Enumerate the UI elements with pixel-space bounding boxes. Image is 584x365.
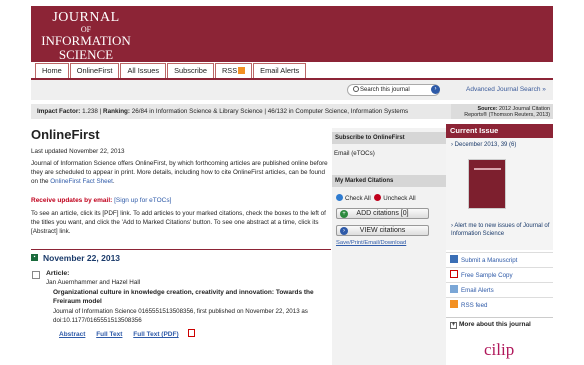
intro-text: Journal of Information Science offers On… — [31, 160, 328, 185]
abstract-link[interactable]: Abstract — [59, 331, 85, 338]
view-citations-label: VIEW citations — [359, 227, 406, 234]
receive-updates: Receive updates by email: [Sign up for e… — [31, 197, 171, 204]
marked-citations-header: My Marked Citations — [332, 175, 446, 187]
arrow-right-icon: › — [340, 227, 348, 235]
email-alerts-link[interactable]: Email Alerts — [446, 282, 553, 297]
email-etocs-link[interactable]: Email (eTOCs) — [334, 150, 375, 157]
tab-all-issues[interactable]: All Issues — [120, 63, 167, 78]
issue-cover-image[interactable] — [468, 159, 506, 209]
nav-tabs: Home OnlineFirst All Issues Subscribe RS… — [35, 63, 307, 78]
alert-new-issues-label: Alert me to new issues of Journal of Inf… — [451, 223, 550, 237]
article-checkbox[interactable] — [32, 271, 40, 279]
citations-panel: Subscribe to OnlineFirst Email (eTOCs) M… — [332, 128, 446, 365]
rss-feed-label: RSS feed — [461, 302, 488, 309]
uncheck-all-link[interactable]: Uncheck All — [383, 195, 415, 202]
submit-manuscript-link[interactable]: Submit a Manuscript — [446, 252, 553, 267]
last-updated: Last updated November 22, 2013 — [31, 148, 125, 155]
instructions: To see an article, click its [PDF] link.… — [31, 210, 326, 235]
cover-title-line — [474, 168, 501, 170]
subscribe-header: Subscribe to OnlineFirst — [332, 132, 446, 144]
search-icon — [353, 86, 359, 92]
collapse-icon[interactable]: ▪ — [31, 254, 38, 261]
impact-source: Source: 2012 Journal Citation Reports® (… — [451, 104, 553, 119]
tab-rss[interactable]: RSS — [214, 63, 253, 78]
email-icon — [450, 285, 458, 293]
tab-onlinefirst[interactable]: OnlineFirst — [69, 63, 120, 78]
journal-header: JOURNAL OF INFORMATION SCIENCE — [31, 6, 553, 62]
current-issue-link[interactable]: › December 2013, 39 (6) — [451, 142, 516, 148]
pdf-icon — [187, 329, 195, 337]
email-alerts-label: Email Alerts — [461, 287, 494, 294]
impact-bar: Impact Factor: 1.238 | Ranking: 26/84 in… — [31, 104, 451, 119]
tab-home[interactable]: Home — [35, 63, 69, 78]
check-all-link[interactable]: Check All — [345, 195, 371, 202]
alert-new-issues-link[interactable]: › Alert me to new issues of Journal of I… — [451, 223, 551, 238]
full-text-link[interactable]: Full Text — [96, 331, 122, 338]
ranking-label: Ranking: — [103, 108, 130, 115]
rss-icon — [450, 300, 458, 308]
manuscript-icon — [450, 255, 458, 263]
article-links: Abstract Full Text Full Text (PDF) — [59, 329, 195, 338]
plus-icon: + — [340, 210, 348, 218]
impact-factor-label: Impact Factor: — [37, 108, 81, 115]
search-go-button[interactable]: › — [431, 85, 440, 94]
article-authors: Jan Auernhammer and Hazel Hall — [46, 279, 141, 286]
check-controls: Check All Uncheck All — [336, 194, 416, 202]
journal-logo[interactable]: JOURNAL OF INFORMATION SCIENCE — [41, 10, 131, 62]
fact-sheet-link[interactable]: OnlineFirst Fact Sheet — [50, 178, 113, 185]
more-about-label: More about this journal — [459, 321, 531, 328]
more-about-journal[interactable]: + More about this journal — [446, 317, 553, 330]
receive-label: Receive updates by email: — [31, 197, 113, 204]
view-citations-button[interactable]: › VIEW citations — [336, 225, 429, 236]
logo-line-4: SCIENCE — [58, 46, 114, 62]
ranking-text: 26/84 in Information Science & Library S… — [131, 108, 409, 115]
cilip-logo[interactable]: cilip — [484, 340, 514, 360]
rss-icon — [238, 67, 246, 74]
rss-feed-link[interactable]: RSS feed — [446, 297, 553, 312]
issue-date: November 22, 2013 — [43, 253, 121, 263]
journal-links: Submit a Manuscript Free Sample Copy Ema… — [446, 252, 553, 312]
submit-manuscript-label: Submit a Manuscript — [461, 257, 518, 264]
add-citations-button[interactable]: + ADD citations [0] — [336, 208, 429, 219]
add-citations-label: ADD citations [0] — [356, 210, 409, 217]
plus-icon: + — [450, 322, 457, 329]
logo-line-1: JOURNAL — [52, 10, 120, 25]
page: JOURNAL OF INFORMATION SCIENCE Home Onli… — [25, 0, 559, 365]
full-text-pdf-link[interactable]: Full Text (PDF) — [133, 331, 178, 338]
page-title: OnlineFirst — [31, 127, 100, 142]
tab-rss-label: RSS — [221, 66, 238, 75]
date-divider — [31, 249, 331, 250]
free-sample-link[interactable]: Free Sample Copy — [446, 267, 553, 282]
pdf-icon — [450, 270, 458, 278]
article-label: Article: — [46, 270, 70, 277]
search-input[interactable]: Search this journal — [347, 84, 440, 96]
check-all-icon — [336, 194, 343, 201]
advanced-search-link[interactable]: Advanced Journal Search » — [466, 86, 546, 93]
impact-factor-value: 1.238 — [82, 108, 98, 115]
uncheck-all-icon — [374, 194, 382, 201]
save-print-link[interactable]: Save/Print/Email/Download — [336, 240, 406, 246]
article-title: Organizational culture in knowledge crea… — [53, 289, 314, 305]
etoc-signup-link[interactable]: [Sign up for eTOCs] — [114, 197, 171, 204]
current-issue-header: Current Issue — [446, 124, 553, 138]
tab-subscribe[interactable]: Subscribe — [167, 63, 214, 78]
tab-email-alerts[interactable]: Email Alerts — [253, 63, 307, 78]
free-sample-label: Free Sample Copy — [461, 272, 513, 279]
right-sidebar: Current Issue › December 2013, 39 (6) › … — [446, 124, 559, 365]
article-citation: Journal of Information Science 016555151… — [53, 308, 308, 324]
logo-line-3: INFORMATION — [41, 33, 131, 49]
current-issue-label: December 2013, 39 (6) — [454, 142, 517, 148]
